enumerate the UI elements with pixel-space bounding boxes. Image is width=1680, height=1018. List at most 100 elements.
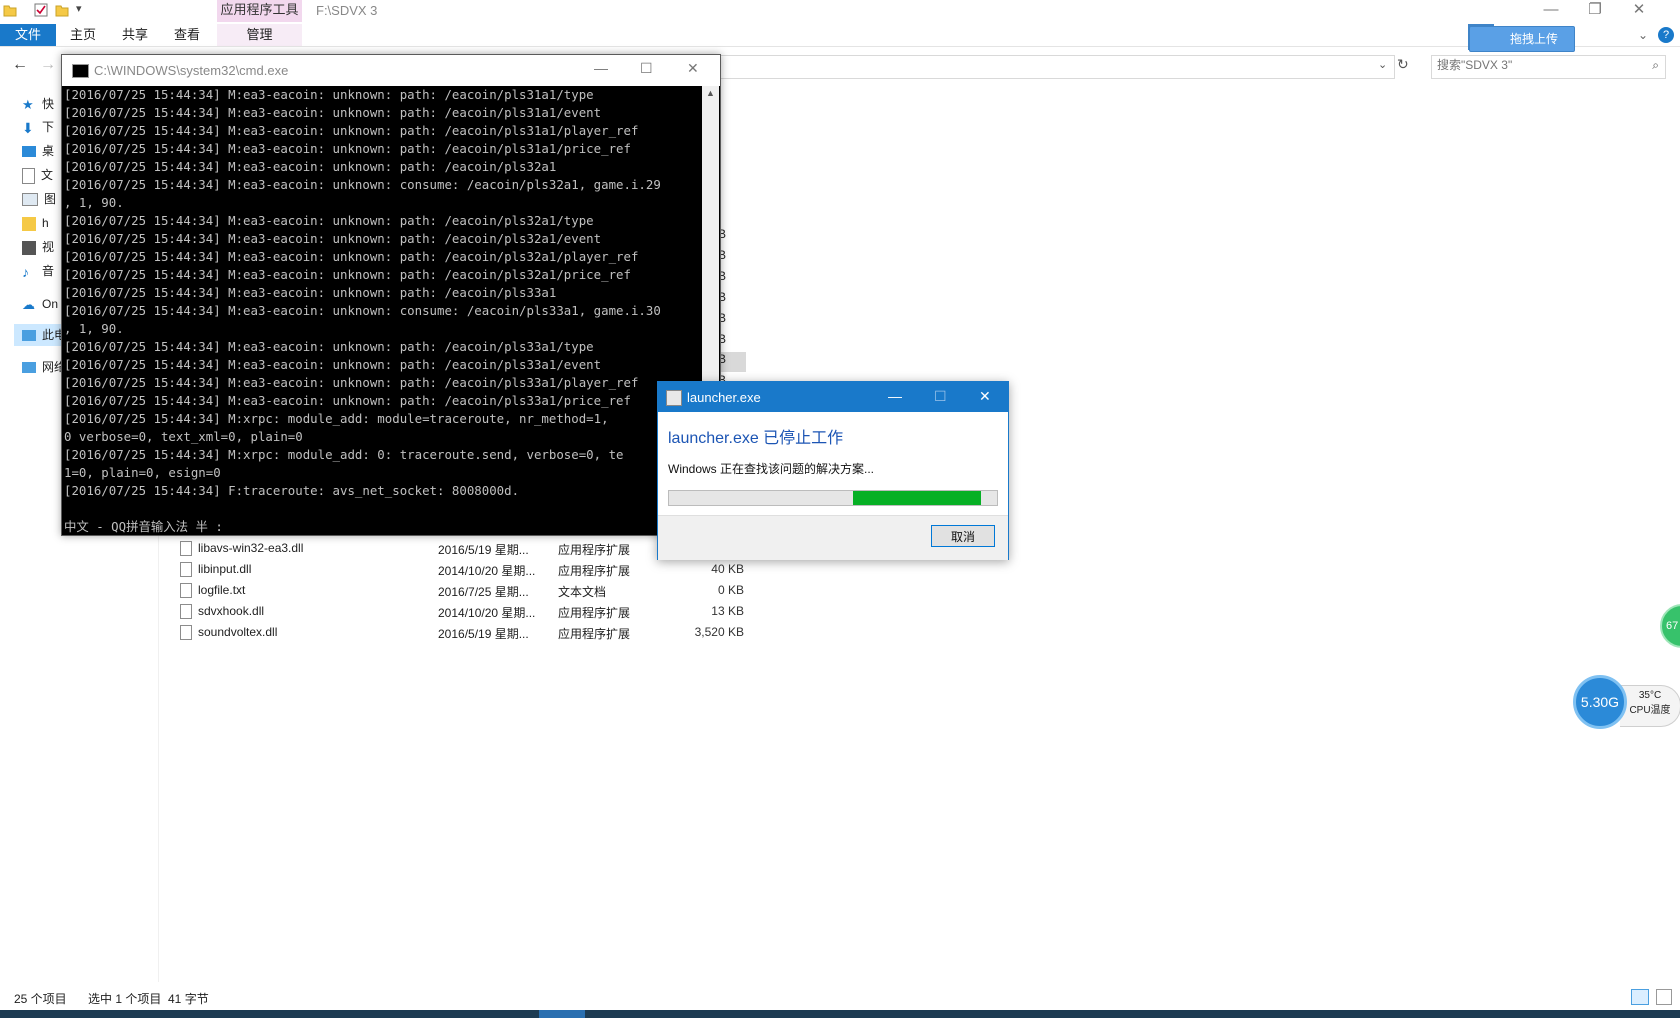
download-icon: ⬇ [22,119,34,136]
search-progress-bar [668,490,998,506]
dll-file-icon [180,562,192,577]
folder-icon [3,5,17,17]
minimize-icon[interactable]: — [888,388,902,404]
close-icon[interactable]: ✕ [1617,0,1661,22]
close-icon[interactable]: ✕ [687,60,699,77]
cancel-button[interactable]: 取消 [931,525,995,547]
quick-access-dropdown-icon[interactable]: ▾ [76,2,82,15]
console-line: [2016/07/25 15:44:34] M:ea3-eacoin: unkn… [64,357,602,372]
console-line: [2016/07/25 15:44:34] M:ea3-eacoin: unkn… [64,177,661,192]
speed-float-ball[interactable]: 5.30G [1573,675,1627,729]
cmd-window-title: C:\WINDOWS\system32\cmd.exe [94,63,289,78]
console-line: 1=0, plain=0, esign=0 [64,465,221,480]
explorer-titlebar: ▾ 应用程序工具 F:\SDVX 3 — ❐ ✕ [0,0,1680,24]
console-line: [2016/07/25 15:44:34] M:ea3-eacoin: unkn… [64,87,594,102]
drag-upload-label: 拖拽上传 [1510,32,1559,46]
tab-file[interactable]: 文件 [0,24,56,46]
details-view-icon[interactable] [1631,989,1649,1005]
file-row[interactable]: libinput.dll 2014/10/20 星期... 应用程序扩展 40 … [178,559,758,580]
dll-file-icon [180,625,192,640]
cpu-temp-panel: 35°C CPU温度 [1620,685,1680,727]
cmd-window[interactable]: C:\WINDOWS\system32\cmd.exe — ☐ ✕ [2016/… [61,54,721,536]
console-line: 0 verbose=0, text_xml=0, plain=0 [64,429,303,444]
cpu-temp-label: CPU温度 [1629,705,1671,716]
console-line: [2016/07/25 15:44:34] M:ea3-eacoin: unkn… [64,285,557,300]
picture-icon [22,193,38,207]
dialog-heading: launcher.exe 已停止工作 [668,430,844,447]
side-float-ball[interactable]: 67 [1660,604,1680,648]
console-line: [2016/07/25 15:44:34] M:xrpc: module_add… [64,411,609,426]
console-output[interactable]: [2016/07/25 15:44:34] M:ea3-eacoin: unkn… [64,86,700,534]
music-icon: ♪ [22,263,29,280]
minimize-icon[interactable]: — [1529,0,1573,22]
tab-share[interactable]: 共享 [110,24,160,46]
desktop-icon [22,146,36,158]
console-line: [2016/07/25 15:44:34] M:ea3-eacoin: unkn… [64,393,631,408]
console-line: 中文 - QQ拼音输入法 半 : [64,519,223,534]
close-icon[interactable]: ✕ [979,388,991,405]
console-line: [2016/07/25 15:44:34] M:ea3-eacoin: unkn… [64,123,639,138]
dialog-message: Windows 正在查找该问题的解决方案... [668,462,875,476]
forward-arrow-icon[interactable]: → [40,56,56,74]
console-icon [72,64,89,78]
dll-file-icon [180,541,192,556]
address-bar[interactable]: ⌄ [718,55,1395,79]
new-folder-icon[interactable] [55,3,69,17]
item-count: 25 个项目 [14,992,67,1006]
console-line: [2016/07/25 15:44:34] F:traceroute: avs_… [64,483,520,498]
scroll-up-icon[interactable]: ▲ [706,88,715,98]
tab-home[interactable]: 主页 [58,24,108,46]
status-bar: 25 个项目 选中 1 个项目 41 字节 [0,986,1680,1010]
console-line: [2016/07/25 15:44:34] M:ea3-eacoin: unkn… [64,339,594,354]
minimize-icon[interactable]: — [594,60,608,76]
cmd-titlebar[interactable]: C:\WINDOWS\system32\cmd.exe — ☐ ✕ [62,55,720,86]
tab-manage[interactable]: 管理 [217,24,302,46]
dialog-title: launcher.exe [687,390,761,405]
console-line: [2016/07/25 15:44:34] M:xrpc: module_add… [64,447,624,462]
tab-view[interactable]: 查看 [162,24,212,46]
console-line: [2016/07/25 15:44:34] M:ea3-eacoin: unkn… [64,105,602,120]
file-row[interactable]: soundvoltex.dll 2016/5/19 星期... 应用程序扩展 3… [178,622,758,643]
taskbar [0,1010,1680,1018]
refresh-icon[interactable]: ↻ [1397,56,1409,73]
file-row[interactable]: sdvxhook.dll 2014/10/20 星期... 应用程序扩展 13 … [178,601,758,622]
properties-icon[interactable] [34,3,48,17]
ribbon-expand-icon[interactable]: ⌄ [1638,28,1648,42]
cpu-temp-value: 35°C [1638,690,1662,701]
app-icon [666,390,682,406]
crash-dialog[interactable]: launcher.exe — ☐ ✕ launcher.exe 已停止工作 Wi… [657,381,1009,560]
console-line: , 1, 90. [64,195,124,210]
star-icon: ★ [22,96,34,112]
address-dropdown-icon[interactable]: ⌄ [1378,58,1387,71]
console-line: [2016/07/25 15:44:34] M:ea3-eacoin: unkn… [64,141,631,156]
taskbar-item-active[interactable] [539,1010,585,1018]
dialog-titlebar[interactable]: launcher.exe — ☐ ✕ [658,382,1008,412]
console-line: [2016/07/25 15:44:34] M:ea3-eacoin: unkn… [64,231,602,246]
console-line: [2016/07/25 15:44:34] M:ea3-eacoin: unkn… [64,303,661,318]
window-path-title: F:\SDVX 3 [316,3,378,18]
folder-icon [22,216,36,231]
ribbon-tabs: 文件 主页 共享 查看 管理 [0,24,1680,47]
document-icon [22,167,35,184]
progress-fill [852,491,981,505]
text-file-icon [180,583,192,598]
back-arrow-icon[interactable]: ← [12,56,28,74]
search-input[interactable] [1437,58,1637,72]
computer-icon [22,330,36,342]
large-icons-view-icon[interactable] [1656,989,1672,1005]
maximize-icon[interactable]: ☐ [640,60,653,77]
console-line: [2016/07/25 15:44:34] M:ea3-eacoin: unkn… [64,213,594,228]
console-line: [2016/07/25 15:44:34] M:ea3-eacoin: unkn… [64,249,639,264]
console-line: , 1, 90. [64,321,124,336]
search-icon[interactable]: ⌕ [1652,58,1659,73]
file-row[interactable]: logfile.txt 2016/7/25 星期... 文本文档 0 KB [178,580,758,601]
restore-icon[interactable]: ❐ [1573,0,1617,22]
dll-file-icon [180,604,192,619]
context-tab-app-tools: 应用程序工具 [217,0,302,22]
console-line: [2016/07/25 15:44:34] M:ea3-eacoin: unkn… [64,159,557,174]
console-line: [2016/07/25 15:44:34] M:ea3-eacoin: unkn… [64,375,639,390]
cloud-icon: ☁ [22,296,35,312]
help-icon[interactable]: ? [1658,27,1674,43]
video-icon [22,240,36,255]
